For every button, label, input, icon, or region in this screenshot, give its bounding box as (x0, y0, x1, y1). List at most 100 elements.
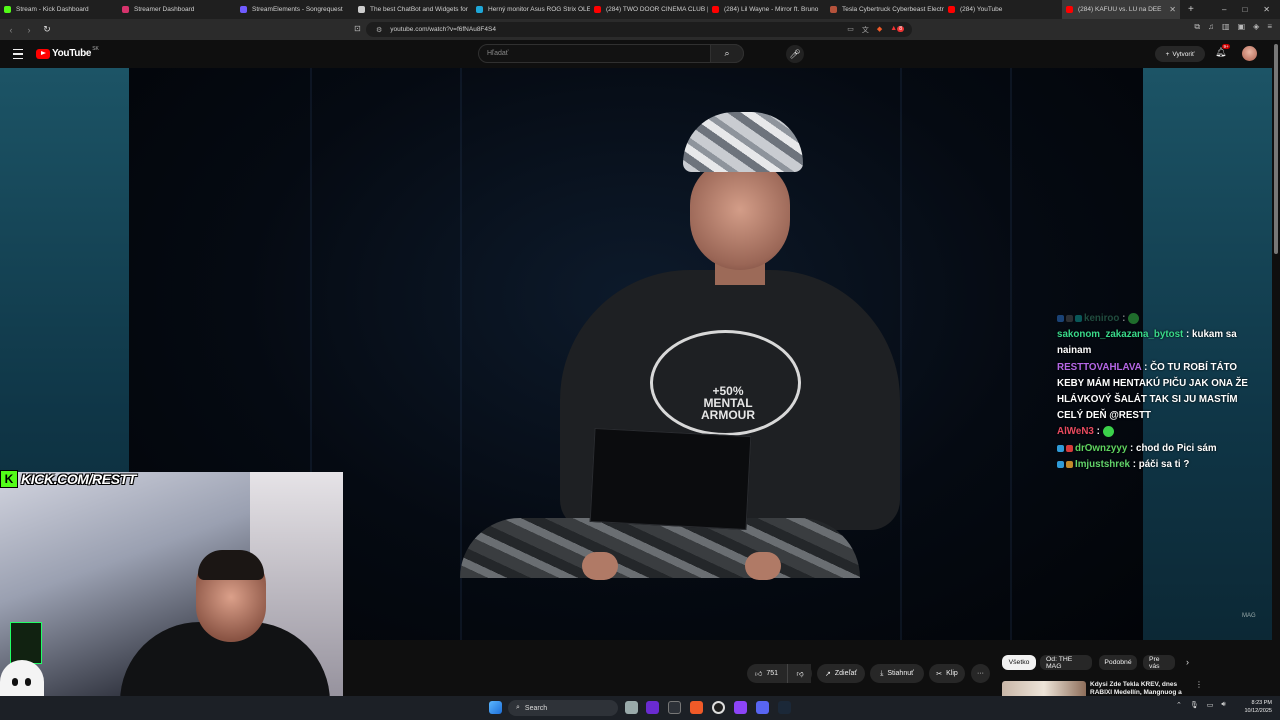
filter-chip[interactable]: Pre vás (1143, 655, 1175, 670)
reload-icon[interactable]: ↻ (40, 24, 54, 35)
url-bar[interactable]: ⚙ youtube.com/watch?v=f6fNAu8F4S4 ▭ 文 ◆ … (366, 22, 912, 37)
media-icon[interactable]: ♫ (1208, 22, 1214, 32)
tab-favicon-icon (830, 6, 837, 13)
task-view-icon[interactable] (625, 701, 638, 714)
tab-title: (284) YouTube (960, 6, 1003, 13)
voice-search-icon[interactable]: 🎤︎ (786, 45, 804, 63)
taskbar-search[interactable]: ⌕ Search (508, 700, 618, 716)
clipboard (589, 427, 752, 531)
volume-icon[interactable]: 🔊︎ (1221, 701, 1225, 709)
stream-chat-overlay: keniroo : sakonom_zakazana_bytost : kuka… (1057, 311, 1257, 473)
tab-title: Stream - Kick Dashboard (16, 6, 89, 13)
clip-label: Klip (946, 670, 958, 677)
minimize-button[interactable]: – (1222, 5, 1226, 14)
terminal-icon[interactable] (668, 701, 681, 714)
scrollbar-thumb[interactable] (1274, 44, 1278, 254)
vpn-icon[interactable]: ◈ (1253, 22, 1259, 32)
browser-toolbar: ‹ › ↻ ⊡ ⚙ youtube.com/watch?v=f6fNAu8F4S… (0, 19, 1280, 40)
hamburger-menu-icon[interactable] (13, 49, 23, 59)
close-window-button[interactable]: ✕ (1263, 5, 1270, 14)
more-icon: ··· (977, 670, 984, 677)
browser-tab[interactable]: The best ChatBot and Widgets for (354, 0, 472, 19)
recommendation-title[interactable]: Kdysi Zde Tekla KREV, dnes RABIXI Medell… (1090, 681, 1200, 697)
chat-badge-icon (1057, 314, 1064, 322)
search-button[interactable]: ⌕ (710, 44, 744, 63)
wallet-icon[interactable]: ▣ (1238, 22, 1246, 32)
filter-chip[interactable]: Podobné (1099, 655, 1137, 670)
sidebar-icon[interactable]: ▥ (1222, 22, 1230, 32)
tray-chevron-icon[interactable]: ⌃ (1176, 701, 1182, 709)
discord-icon[interactable] (756, 701, 769, 714)
filter-chip[interactable]: Od: THE MAG (1040, 655, 1092, 670)
brave-icon[interactable] (690, 701, 703, 714)
chat-badge-icon (1057, 444, 1064, 452)
clip-button[interactable]: ✂ Klip (929, 664, 965, 683)
browser-tab[interactable]: (284) TWO DOOR CINEMA CLUB | (590, 0, 708, 19)
chat-badge-icon (1066, 460, 1073, 468)
tab-title: Streamer Dashboard (134, 6, 195, 13)
chat-text: páči sa ti ? (1138, 458, 1190, 470)
menu-icon[interactable]: ≡ (1267, 22, 1272, 32)
browser-tab[interactable]: (284) Lil Wayne - Mirror ft. Bruno (708, 0, 826, 19)
taskbar-search-label: Search (524, 704, 548, 712)
share-button[interactable]: ↗ Zdieľať (817, 664, 865, 683)
clock-time: 8:23 PM (1251, 700, 1272, 706)
more-actions-button[interactable]: ··· (971, 664, 990, 683)
browser-tab[interactable]: Streamer Dashboard (118, 0, 236, 19)
back-icon[interactable]: ‹ (4, 25, 18, 35)
download-button[interactable]: ⤓ Stiahnuť (870, 664, 924, 683)
maximize-button[interactable]: □ (1242, 5, 1247, 14)
cast-icon[interactable]: ▭ (847, 25, 854, 35)
browser-tab[interactable]: (284) YouTube (944, 0, 1062, 19)
twitch-icon[interactable] (734, 701, 747, 714)
chat-message: drOwnzyyy : chod do Pici sám (1057, 441, 1257, 457)
chat-username: drOwnzyyy (1075, 442, 1128, 454)
site-info-icon[interactable]: ⚙ (376, 26, 382, 34)
browser-tab[interactable]: Herný monitor Asus ROG Strix OLE (472, 0, 590, 19)
create-button[interactable]: + Vytvoriť (1155, 46, 1205, 62)
mic-tray-icon[interactable]: 🎙︎ (1190, 701, 1199, 709)
taskbar-clock[interactable]: 8:23 PM 10/12/2025 (1236, 699, 1272, 715)
streamer-webcam (0, 472, 343, 720)
kick-banner: K KICK.COM/RESTT (0, 470, 136, 488)
brave-shields-icon[interactable]: ◆ (877, 25, 882, 35)
extensions-icon[interactable]: ⧉ (1194, 22, 1200, 32)
chat-username: Imjustshrek (1075, 458, 1130, 470)
scissors-icon: ✂ (936, 670, 943, 678)
tab-favicon-icon (948, 6, 955, 13)
browser-tab[interactable]: Stream - Kick Dashboard (0, 0, 118, 19)
bookmark-icon[interactable]: ⊡ (354, 24, 361, 33)
kick-logo-icon: K (0, 470, 18, 488)
chat-text: chod do Pici sám (1136, 442, 1217, 454)
url-text: youtube.com/watch?v=f6fNAu8F4S4 (390, 26, 496, 33)
filter-chip[interactable]: Všetko (1002, 655, 1036, 670)
dislike-button[interactable]: 👎︎ (787, 664, 812, 683)
new-tab-button[interactable]: + (1188, 4, 1194, 15)
network-icon[interactable]: ▭ (1207, 701, 1214, 709)
windows-taskbar: ⌕ Search ⌃ 🎙︎ ▭ 🔊︎ 8:23 PM 10/12/2025 (0, 696, 1280, 720)
close-tab-icon[interactable]: ✕ (1169, 5, 1176, 14)
tab-title: The best ChatBot and Widgets for (370, 6, 468, 13)
video-watermark: MAG (1242, 613, 1256, 619)
browser-tab[interactable]: Tesla Cybertruck Cyberbeast Electr (826, 0, 944, 19)
browser-tab[interactable]: StreamElements - Songrequest (236, 0, 354, 19)
translate-icon[interactable]: 文 (862, 25, 869, 35)
app-icon-1[interactable] (646, 701, 659, 714)
chips-next-icon[interactable]: › (1186, 657, 1189, 667)
account-avatar[interactable] (1242, 46, 1257, 61)
recommendation-menu-icon[interactable]: ⋮ (1195, 680, 1203, 689)
chat-message: sakonom_zakazana_bytost : kukam sa naina… (1057, 329, 1237, 357)
browser-tab[interactable]: (284) KAFUU vs. LU na DEE ✕ (1062, 0, 1180, 19)
rewards-icon[interactable]: ▲ 8 (890, 25, 904, 35)
start-menu-icon[interactable] (489, 701, 502, 714)
steam-icon[interactable] (778, 701, 791, 714)
search-input[interactable]: Hľadať (478, 44, 744, 63)
forward-icon[interactable]: › (22, 25, 36, 35)
youtube-logo[interactable]: YouTube SK (36, 46, 99, 59)
left-hand (582, 552, 618, 580)
share-label: Zdieľať (834, 670, 858, 677)
notifications-badge: 9+ (1222, 44, 1231, 49)
system-tray: ⌃ 🎙︎ ▭ 🔊︎ (1176, 701, 1226, 709)
camo-pants (460, 518, 860, 578)
obs-icon[interactable] (712, 701, 725, 714)
